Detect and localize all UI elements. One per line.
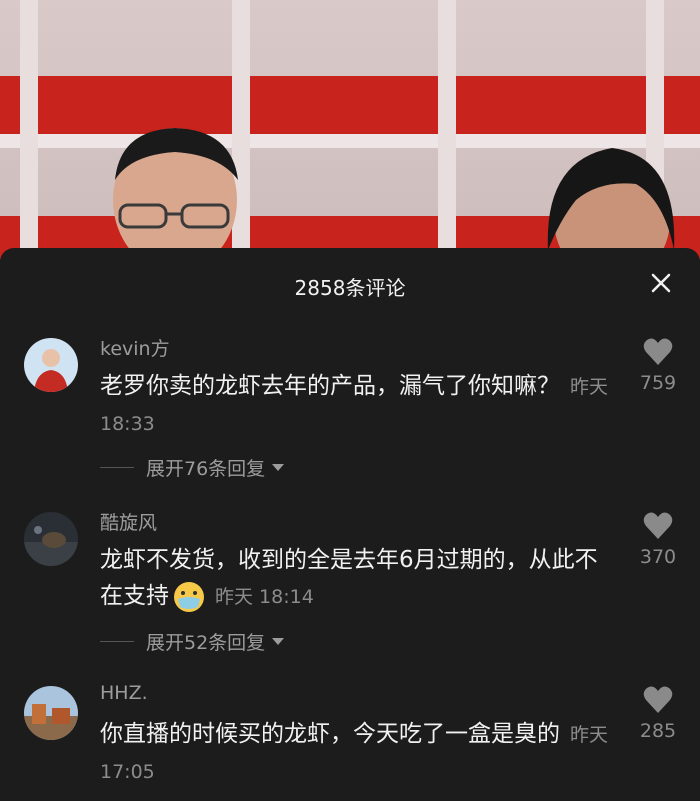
avatar[interactable]	[24, 686, 78, 740]
chevron-down-icon	[272, 637, 285, 645]
white-post	[438, 0, 456, 260]
presenter-right-figure	[547, 148, 675, 260]
expand-replies[interactable]: 展开52条回复	[100, 628, 285, 655]
presenter-left-figure	[113, 128, 238, 260]
comment-text: 龙虾不发货，收到的全是去年6月过期的，从此不在支持 昨天 18:14	[100, 542, 610, 615]
comments-title: 2858条评论	[294, 276, 406, 300]
comment-username[interactable]: 酷旋风	[100, 508, 157, 535]
comments-panel: 2858条评论 kevin方 老罗你卖的龙虾去年的产品，漏气了你知嘛？ 昨天 18…	[0, 248, 700, 801]
avatar[interactable]	[24, 512, 78, 566]
heart-icon	[643, 686, 673, 713]
chevron-down-icon	[272, 463, 285, 471]
heart-icon	[643, 338, 673, 365]
like-count: 370	[639, 546, 677, 568]
divider-line	[100, 467, 134, 468]
comment-time: 昨天 18:14	[215, 586, 314, 608]
white-post	[20, 0, 38, 260]
like-count: 285	[639, 720, 677, 742]
expand-replies-label: 展开76条回复	[146, 458, 266, 480]
mask-face-emoji	[174, 581, 204, 612]
divider-line	[100, 641, 134, 642]
close-icon[interactable]	[648, 270, 674, 296]
comment-body: 你直播的时候买的龙虾，今天吃了一盒是臭的	[100, 721, 560, 747]
comment-text: 你直播的时候买的龙虾，今天吃了一盒是臭的 昨天 17:05	[100, 716, 610, 790]
like-button[interactable]: 285	[638, 686, 678, 742]
comment-username[interactable]: kevin方	[100, 334, 170, 361]
heart-icon	[643, 512, 673, 539]
expand-replies[interactable]: 展开76条回复	[100, 454, 285, 481]
comment-body: 老罗你卖的龙虾去年的产品，漏气了你知嘛？	[100, 373, 560, 399]
like-count: 759	[639, 372, 677, 394]
avatar[interactable]	[24, 338, 78, 392]
comment-text: 老罗你卖的龙虾去年的产品，漏气了你知嘛？ 昨天 18:33	[100, 368, 610, 442]
video-background[interactable]	[0, 0, 700, 260]
like-button[interactable]: 370	[638, 512, 678, 568]
like-button[interactable]: 759	[638, 338, 678, 394]
expand-replies-label: 展开52条回复	[146, 632, 266, 654]
comment-username[interactable]: HHZ.	[100, 682, 148, 704]
